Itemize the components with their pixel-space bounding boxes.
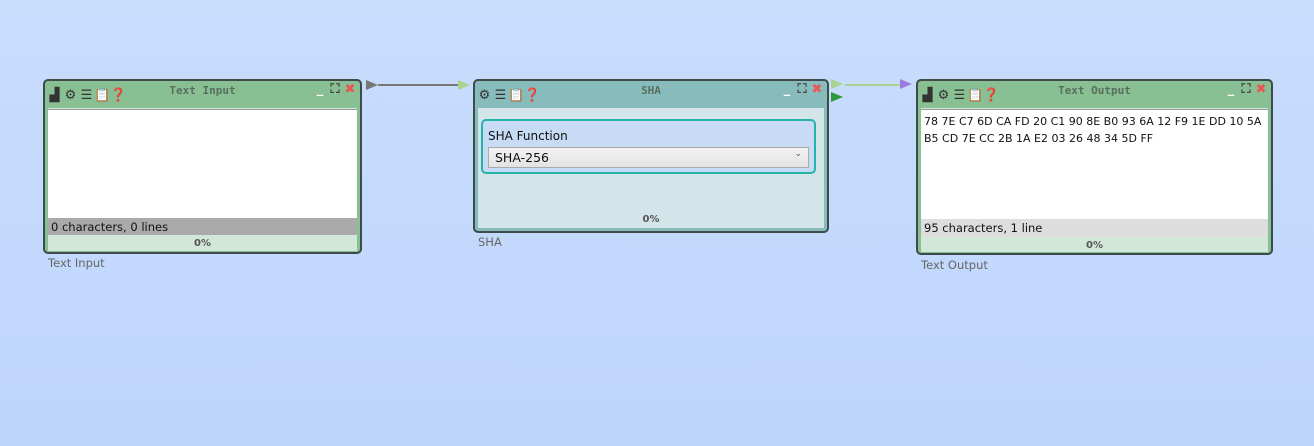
image-icon[interactable]: ▟ bbox=[920, 88, 935, 103]
status-bar: 0 characters, 0 lines bbox=[48, 218, 357, 235]
connection-line bbox=[378, 84, 458, 86]
clipboard-icon[interactable]: 📋 bbox=[94, 88, 110, 103]
gear-icon[interactable]: ⚙ bbox=[936, 88, 951, 103]
status-bar: 95 characters, 1 line bbox=[921, 219, 1268, 237]
sha-function-group: SHA Function SHA-256 ⌄ bbox=[481, 119, 816, 174]
close-icon[interactable]: ✖ bbox=[343, 83, 357, 97]
sha-input-port[interactable] bbox=[458, 80, 470, 90]
help-icon[interactable]: ❓ bbox=[524, 88, 540, 103]
help-icon[interactable]: ❓ bbox=[983, 88, 999, 103]
connection-line bbox=[845, 84, 900, 86]
clipboard-icon[interactable]: 📋 bbox=[967, 88, 983, 103]
text-output-node[interactable]: Text Output ▟ ⚙ ☰ 📋 ❓ _ ⛶ ✖ 78 7E C7 6D … bbox=[916, 79, 1273, 255]
progress: 0% bbox=[48, 235, 357, 251]
list-icon[interactable]: ☰ bbox=[952, 88, 967, 103]
node-label: Text Input bbox=[48, 256, 105, 270]
list-icon[interactable]: ☰ bbox=[493, 88, 508, 103]
sha-output-port[interactable] bbox=[831, 79, 843, 89]
sha-node[interactable]: SHA ⚙ ☰ 📋 ❓ _ ⛶ ✖ SHA Function SHA-256 ⌄… bbox=[473, 79, 829, 233]
list-icon[interactable]: ☰ bbox=[79, 88, 94, 103]
chevron-down-icon: ⌄ bbox=[794, 149, 802, 159]
help-icon[interactable]: ❓ bbox=[110, 88, 126, 103]
sha-function-label: SHA Function bbox=[488, 129, 568, 143]
maximize-icon[interactable]: ⛶ bbox=[795, 83, 809, 97]
text-output-area[interactable]: 78 7E C7 6D CA FD 20 C1 90 8E B0 93 6A 1… bbox=[921, 109, 1268, 219]
text-input-area[interactable] bbox=[48, 109, 357, 218]
close-icon[interactable]: ✖ bbox=[1254, 83, 1268, 97]
sha-secondary-output-port[interactable] bbox=[831, 92, 843, 102]
node-label: Text Output bbox=[921, 258, 988, 272]
sha-function-select[interactable]: SHA-256 ⌄ bbox=[488, 147, 809, 168]
node-label: SHA bbox=[478, 235, 502, 249]
progress: 0% bbox=[921, 237, 1268, 252]
gear-icon[interactable]: ⚙ bbox=[63, 88, 78, 103]
progress: 0% bbox=[642, 214, 660, 225]
image-icon[interactable]: ▟ bbox=[47, 88, 62, 103]
minimize-icon[interactable]: _ bbox=[780, 83, 794, 97]
text-input-output-port[interactable] bbox=[366, 80, 378, 90]
maximize-icon[interactable]: ⛶ bbox=[328, 83, 342, 97]
maximize-icon[interactable]: ⛶ bbox=[1239, 83, 1253, 97]
text-output-input-port[interactable] bbox=[900, 79, 912, 89]
close-icon[interactable]: ✖ bbox=[810, 83, 824, 97]
clipboard-icon[interactable]: 📋 bbox=[508, 88, 524, 103]
minimize-icon[interactable]: _ bbox=[1224, 83, 1238, 97]
gear-icon[interactable]: ⚙ bbox=[477, 88, 492, 103]
minimize-icon[interactable]: _ bbox=[313, 83, 327, 97]
text-input-node[interactable]: Text Input ▟ ⚙ ☰ 📋 ❓ _ ⛶ ✖ 0 characters,… bbox=[43, 79, 362, 254]
